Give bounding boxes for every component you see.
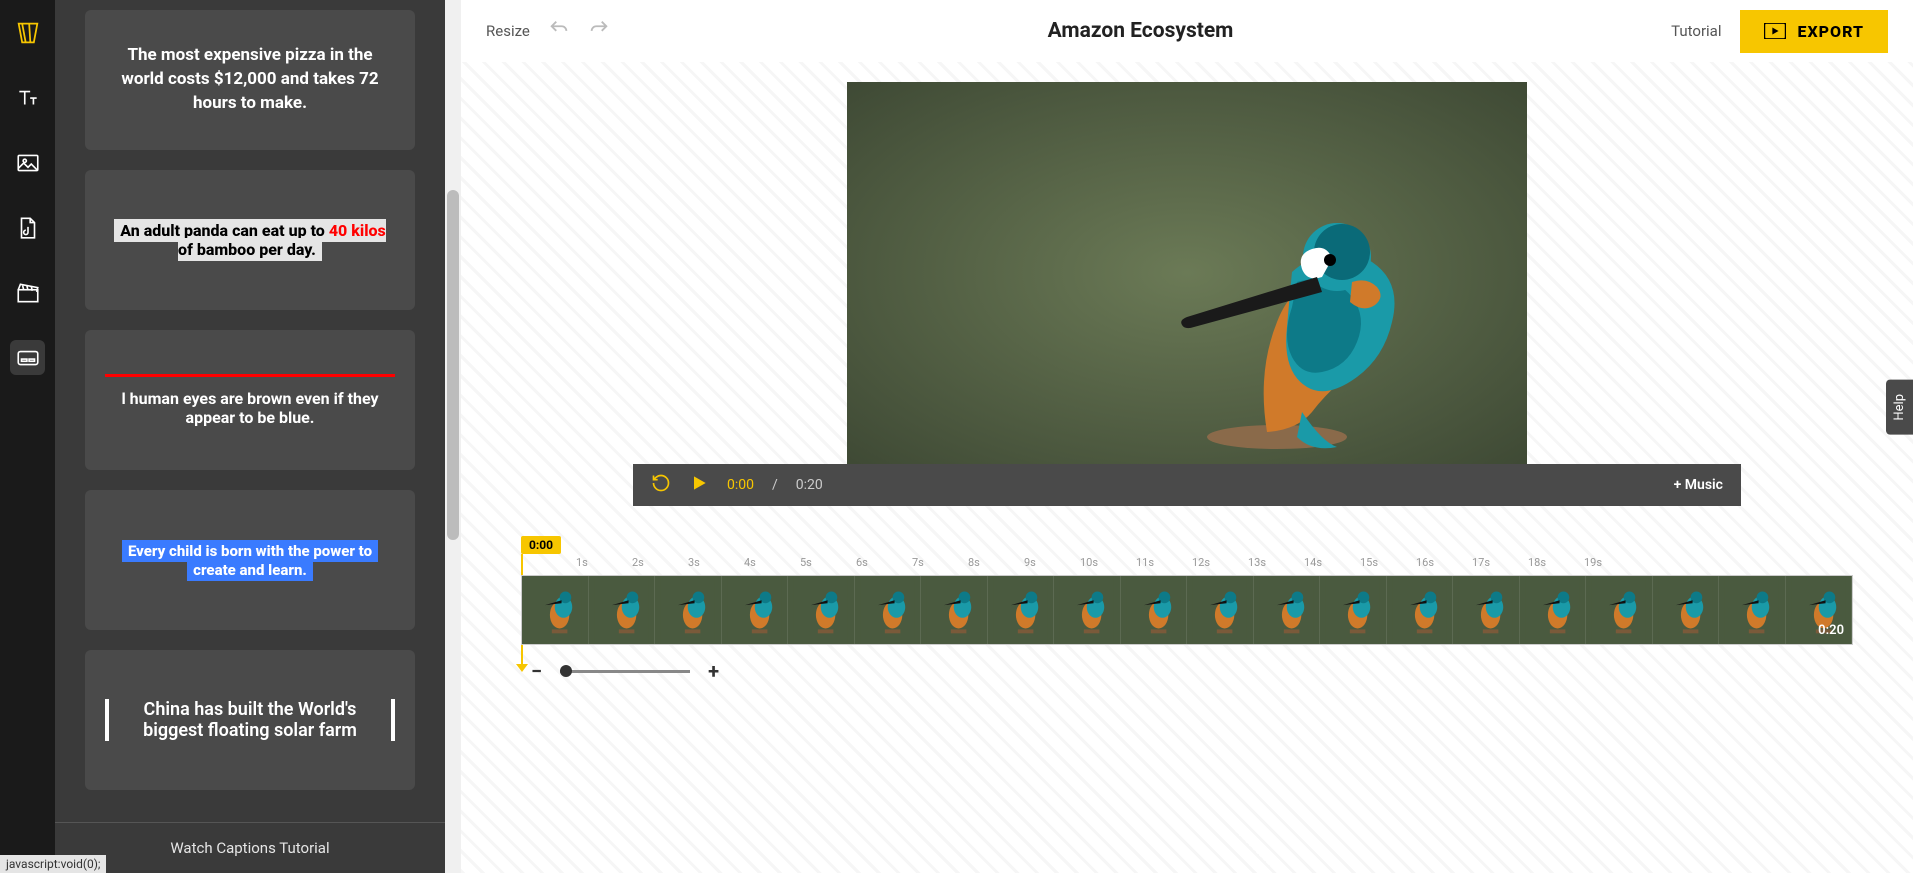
preview-image — [847, 82, 1527, 464]
clip-frame[interactable] — [855, 576, 922, 644]
image-tool-icon[interactable] — [10, 145, 45, 180]
captions-panel: The most expensive pizza in the world co… — [55, 0, 445, 873]
tick: 18s — [1528, 556, 1584, 569]
clip-frame[interactable] — [1719, 576, 1786, 644]
rewind-icon[interactable] — [651, 473, 671, 497]
tick: 7s — [912, 556, 968, 569]
tick: 12s — [1192, 556, 1248, 569]
caption-style-card[interactable]: The most expensive pizza in the world co… — [85, 10, 415, 150]
tick: 1s — [576, 556, 632, 569]
clip-frame[interactable] — [788, 576, 855, 644]
clip-frame[interactable] — [655, 576, 722, 644]
panel-scrollbar[interactable] — [445, 0, 461, 873]
caption-preview-text: Every child is born with the power to cr… — [105, 541, 395, 579]
tick: 17s — [1472, 556, 1528, 569]
clip-frame[interactable] — [1121, 576, 1188, 644]
caption-preview-text: China has built the World's biggest floa… — [105, 699, 395, 741]
clip-frame[interactable] — [1520, 576, 1587, 644]
caption-style-card[interactable]: China has built the World's biggest floa… — [85, 650, 415, 790]
tick: 8s — [968, 556, 1024, 569]
caption-preview-text: An adult panda can eat up to 40 kilos of… — [105, 221, 395, 259]
tutorial-link[interactable]: Tutorial — [1671, 22, 1721, 40]
caption-style-card[interactable]: An adult panda can eat up to 40 kilos of… — [85, 170, 415, 310]
redo-icon[interactable] — [588, 18, 610, 44]
text-tool-icon[interactable] — [10, 80, 45, 115]
time-total: 0:20 — [796, 477, 823, 493]
zoom-slider[interactable] — [560, 670, 690, 673]
play-icon[interactable] — [689, 473, 709, 497]
clip-frame[interactable] — [1254, 576, 1321, 644]
resize-button[interactable]: Resize — [486, 22, 530, 40]
caption-preview-text: l human eyes are brown even if they appe… — [105, 374, 395, 427]
scene-tool-icon[interactable] — [10, 275, 45, 310]
timeline: 0:00 1s2s3s4s5s6s7s8s9s10s11s12s13s14s15… — [491, 506, 1883, 693]
playbar: 0:00 / 0:20 + Music — [633, 464, 1741, 506]
tick: 10s — [1080, 556, 1136, 569]
caption-preview-text: The most expensive pizza in the world co… — [105, 44, 395, 115]
tick: 13s — [1248, 556, 1304, 569]
clip-frame[interactable] — [1586, 576, 1653, 644]
tick: 19s — [1584, 556, 1640, 569]
clip-duration: 0:20 — [1818, 623, 1844, 638]
logo-icon[interactable] — [10, 15, 45, 50]
project-title[interactable]: Amazon Ecosystem — [628, 19, 1653, 43]
clip-frame[interactable] — [1187, 576, 1254, 644]
watch-tutorial-link[interactable]: Watch Captions Tutorial — [55, 822, 445, 873]
main-area: Resize Amazon Ecosystem Tutorial EXPORT — [461, 0, 1913, 873]
caption-style-card[interactable]: Every child is born with the power to cr… — [85, 490, 415, 630]
captions-list[interactable]: The most expensive pizza in the world co… — [55, 0, 445, 822]
tick: 9s — [1024, 556, 1080, 569]
canvas-area: 0:00 / 0:20 + Music 0:00 1s2s3s4s5s6s7s8… — [461, 62, 1913, 873]
clip-frame[interactable] — [1387, 576, 1454, 644]
audio-tool-icon[interactable] — [10, 210, 45, 245]
tick: 4s — [744, 556, 800, 569]
zoom-in-icon[interactable]: + — [708, 659, 719, 683]
clip-frame[interactable] — [1320, 576, 1387, 644]
video-preview[interactable] — [847, 82, 1527, 464]
tick: 16s — [1416, 556, 1472, 569]
clip-frame[interactable] — [589, 576, 656, 644]
export-label: EXPORT — [1798, 22, 1865, 41]
caption-style-card[interactable]: l human eyes are brown even if they appe… — [85, 330, 415, 470]
clip-frame[interactable] — [1054, 576, 1121, 644]
status-bar: javascript:void(0); — [0, 855, 106, 873]
undo-icon[interactable] — [548, 18, 570, 44]
tick: 3s — [688, 556, 744, 569]
timeline-clips[interactable]: 0:20 — [521, 575, 1853, 645]
tick: 5s — [800, 556, 856, 569]
time-separator: / — [772, 477, 778, 493]
scrollbar-thumb[interactable] — [447, 190, 459, 540]
clip-frame[interactable] — [1653, 576, 1720, 644]
sidebar-rail: CAPTIONS — [0, 0, 55, 873]
export-button[interactable]: EXPORT — [1740, 10, 1889, 53]
tick: 11s — [1136, 556, 1192, 569]
captions-tool-icon[interactable]: CAPTIONS — [10, 340, 45, 375]
tick: 6s — [856, 556, 912, 569]
help-tab[interactable]: Help — [1886, 380, 1913, 435]
tick: 15s — [1360, 556, 1416, 569]
clip-frame[interactable] — [722, 576, 789, 644]
timeline-ticks: 1s2s3s4s5s6s7s8s9s10s11s12s13s14s15s16s1… — [576, 556, 1853, 569]
clip-frame[interactable] — [988, 576, 1055, 644]
tick: 14s — [1304, 556, 1360, 569]
clip-frame[interactable] — [921, 576, 988, 644]
tick: 2s — [632, 556, 688, 569]
clip-frame[interactable] — [522, 576, 589, 644]
topbar: Resize Amazon Ecosystem Tutorial EXPORT — [461, 0, 1913, 62]
add-music-button[interactable]: + Music — [1674, 477, 1723, 493]
zoom-control: − + — [531, 659, 1853, 683]
clip-frame[interactable] — [1453, 576, 1520, 644]
time-current: 0:00 — [727, 477, 754, 493]
playhead-label: 0:00 — [521, 536, 561, 554]
